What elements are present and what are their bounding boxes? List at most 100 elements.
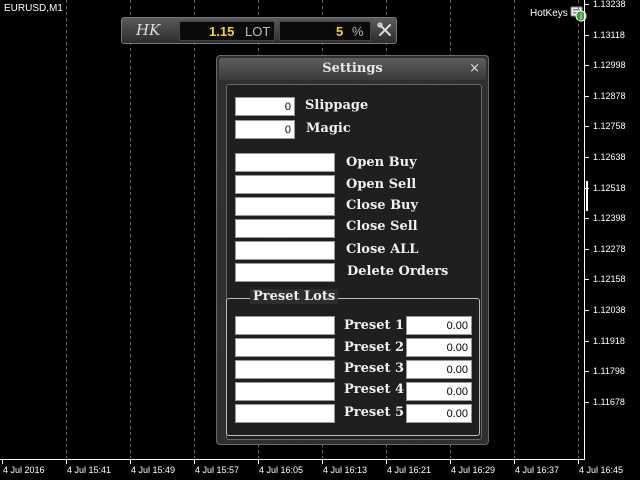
price-label: 1.12038 — [593, 305, 626, 315]
price-scale[interactable]: 1.13238 1.13118 1.12998 1.12878 1.12758 1.126… — [584, 0, 640, 460]
hotkeys-indicator-label: HotKeys — [530, 8, 568, 19]
preset-3-label: Preset 3 — [344, 361, 405, 376]
gridline — [194, 0, 195, 459]
close-sell-label: Close Sell — [346, 219, 418, 234]
time-label: 4 Jul 16:21 — [387, 465, 432, 475]
price-tick — [585, 126, 589, 128]
preset-2-label: Preset 2 — [344, 340, 405, 355]
price-label: 1.12518 — [593, 182, 626, 193]
price-tick — [585, 218, 589, 220]
gridline — [66, 0, 67, 459]
time-tick — [2, 460, 3, 464]
slippage-label: Slippage — [305, 98, 369, 113]
time-tick — [514, 460, 515, 464]
price-label: 1.12278 — [593, 243, 626, 254]
preset-4-label: Preset 4 — [344, 382, 405, 397]
time-label: 4 Jul 16:05 — [259, 465, 304, 475]
time-tick — [130, 460, 131, 464]
percent-display[interactable]: 5 % — [279, 21, 371, 41]
price-tick — [585, 310, 589, 311]
close-all-hotkey-input[interactable] — [235, 241, 335, 260]
slippage-input[interactable]: 0 — [235, 97, 295, 116]
lot-value: 1.15 — [209, 24, 235, 39]
price-label: 1.12398 — [593, 213, 626, 224]
time-tick — [578, 460, 579, 464]
close-all-label: Close ALL — [346, 242, 419, 257]
percent-unit: % — [352, 24, 364, 39]
preset-1-hotkey-input[interactable] — [235, 316, 335, 335]
close-buy-hotkey-input[interactable] — [235, 197, 335, 216]
gridline — [578, 0, 579, 459]
wrench-icon[interactable] — [376, 22, 394, 40]
preset-3-hotkey-input[interactable] — [235, 360, 335, 379]
close-sell-hotkey-input[interactable] — [235, 219, 335, 238]
price-label: 1.11798 — [593, 366, 625, 377]
dialog-title-bar[interactable]: Settings × — [219, 58, 486, 80]
time-label: 4 Jul 15:57 — [195, 465, 240, 475]
price-tick — [585, 248, 589, 250]
hk-toolbar: HK 1.15 LOT 5 % — [121, 17, 397, 44]
preset-lots-title: Preset Lots — [250, 289, 339, 304]
price-tick — [585, 340, 589, 342]
time-label: 4 Jul 16:29 — [451, 465, 496, 475]
price-tick — [585, 371, 589, 373]
price-label: 1.11678 — [593, 396, 625, 407]
symbol-label: EURUSD,M1 — [4, 3, 63, 14]
price-label: 1.13238 — [593, 0, 626, 9]
preset-2-hotkey-input[interactable] — [235, 338, 335, 357]
price-label: 1.11918 — [593, 335, 625, 346]
price-tick — [585, 157, 589, 158]
time-label: 4 Jul 15:41 — [67, 465, 112, 475]
time-tick — [66, 460, 67, 464]
price-tick — [585, 65, 589, 67]
open-buy-hotkey-input[interactable] — [235, 153, 335, 172]
time-tick — [194, 460, 195, 464]
time-label: 4 Jul 16:13 — [323, 465, 368, 475]
close-icon[interactable]: × — [469, 61, 480, 76]
preset-5-hotkey-input[interactable] — [235, 404, 335, 423]
dialog-title: Settings — [322, 61, 383, 76]
time-label: 4 Jul 16:45 — [579, 465, 624, 475]
price-tick — [585, 401, 589, 403]
close-buy-label: Close Buy — [346, 198, 419, 213]
price-label: 1.12998 — [593, 60, 626, 71]
price-label: 1.13118 — [593, 29, 625, 40]
time-tick — [386, 460, 387, 464]
price-tick — [585, 279, 589, 281]
preset-2-lot-input[interactable]: 0.00 — [406, 338, 472, 357]
preset-5-lot-input[interactable]: 0.00 — [406, 404, 472, 423]
preset-4-lot-input[interactable]: 0.00 — [406, 382, 472, 401]
preset-3-lot-input[interactable]: 0.00 — [406, 360, 472, 379]
delete-orders-hotkey-input[interactable] — [235, 263, 335, 282]
time-label: 4 Jul 2016 — [3, 465, 45, 475]
price-tick — [585, 95, 589, 97]
open-sell-hotkey-input[interactable] — [235, 175, 335, 194]
price-label: 1.12878 — [593, 90, 626, 101]
hk-logo: HK — [136, 21, 161, 39]
gridline — [514, 0, 515, 459]
time-label: 4 Jul 16:37 — [515, 465, 560, 475]
price-label: 1.12638 — [593, 152, 626, 162]
percent-value: 5 — [336, 24, 344, 39]
preset-1-label: Preset 1 — [344, 318, 405, 333]
svg-text:i: i — [580, 12, 582, 21]
price-tick — [585, 4, 589, 5]
time-tick — [322, 460, 323, 464]
price-tick — [585, 34, 589, 36]
time-scale[interactable]: 4 Jul 2016 4 Jul 15:41 4 Jul 15:49 4 Jul 15… — [0, 459, 623, 480]
time-label: 4 Jul 15:49 — [131, 465, 176, 475]
preset-4-hotkey-input[interactable] — [235, 382, 335, 401]
open-buy-label: Open Buy — [346, 155, 417, 170]
lot-unit: LOT — [245, 24, 271, 39]
lot-display[interactable]: 1.15 LOT — [179, 21, 275, 41]
magic-label: Magic — [306, 121, 351, 136]
delete-orders-label: Delete Orders — [347, 264, 449, 279]
preset-5-label: Preset 5 — [344, 405, 405, 420]
price-label: 1.12158 — [593, 274, 626, 285]
gridline — [130, 0, 131, 459]
time-tick — [450, 460, 451, 464]
last-price-marker — [586, 181, 588, 211]
preset-1-lot-input[interactable]: 0.00 — [406, 316, 472, 335]
price-label: 1.12758 — [593, 121, 626, 132]
magic-input[interactable]: 0 — [235, 120, 295, 139]
